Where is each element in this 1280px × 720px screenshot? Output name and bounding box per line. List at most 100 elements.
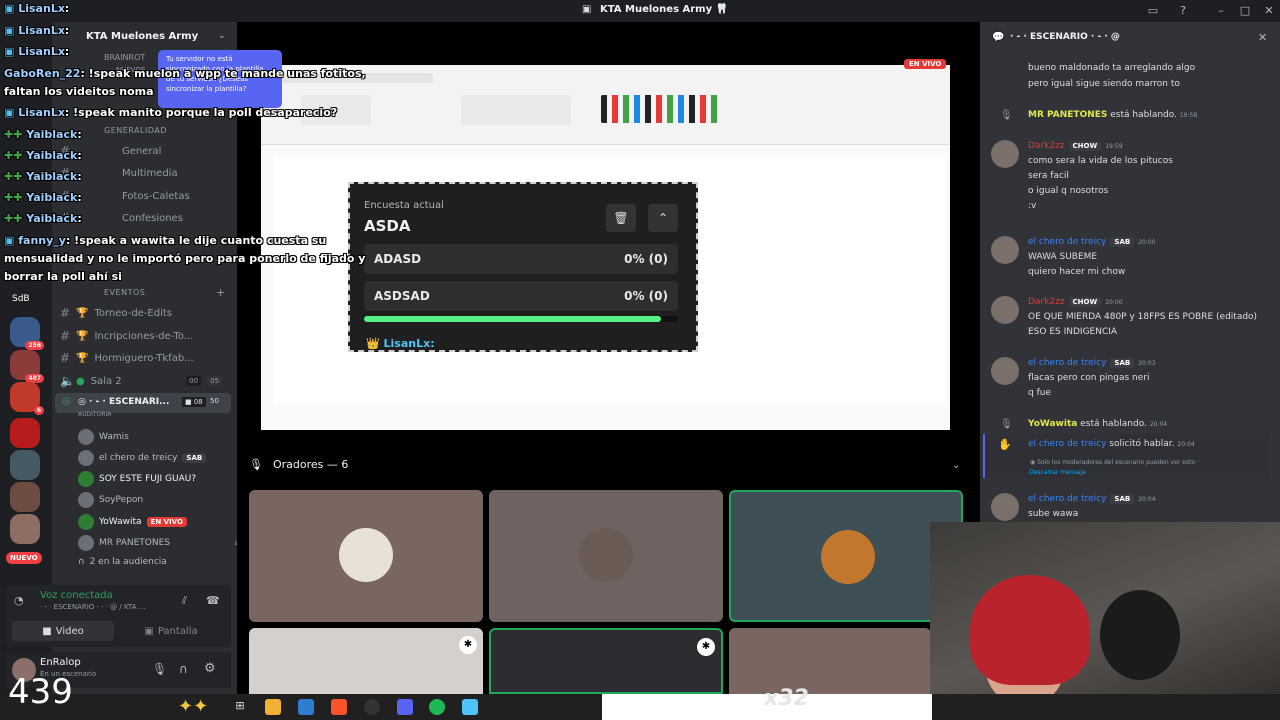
trophy-icon: 🏆: [76, 330, 89, 342]
avatar[interactable]: [991, 236, 1019, 264]
stage-member[interactable]: MR PANETONES⌀: [78, 535, 240, 551]
speaker-tile[interactable]: ✱: [249, 628, 483, 694]
overlay-badge-icon: ✚✚: [4, 191, 27, 204]
author-name[interactable]: Dark2zz: [1028, 297, 1065, 307]
server-icon[interactable]: 256: [10, 317, 44, 350]
speakers-header[interactable]: 🎙 Oradores — 6: [249, 458, 348, 471]
close-icon[interactable]: ✕: [1258, 31, 1267, 44]
speaker-tile[interactable]: ✱: [489, 628, 723, 694]
server-icon[interactable]: [10, 482, 40, 512]
chevron-down-icon[interactable]: ⌄: [952, 460, 960, 471]
stage-member[interactable]: Wamis: [78, 429, 129, 445]
channel-fotos[interactable]: # Fotos-Caletas: [60, 189, 230, 203]
app-icon[interactable]: [462, 699, 478, 715]
speaker-tile[interactable]: [249, 490, 483, 622]
category-general[interactable]: GENERALIDAD: [104, 126, 167, 135]
voice-channel-label[interactable]: · - · ESCENARIO · - · @ / KTA ...: [40, 603, 145, 611]
video-button[interactable]: ■ Video: [12, 621, 114, 641]
file-explorer-icon[interactable]: [265, 699, 281, 715]
overlay-line: ✚✚ Yaiblack:: [4, 170, 82, 183]
mic-icon[interactable]: 🎙: [152, 662, 167, 676]
title-bar: ▣ KTA Muelones Army 🦷 ▭ ? – □ ✕: [0, 0, 1280, 22]
server-icon[interactable]: [10, 418, 40, 448]
avatar[interactable]: [991, 357, 1019, 385]
server-icon[interactable]: [10, 450, 40, 480]
poll-title: ASDA: [364, 217, 411, 235]
server-badge: 256: [25, 341, 44, 350]
voice-status-panel: ◔ Voz conectada · - · ESCENARIO · - · @ …: [6, 585, 231, 647]
audience-count[interactable]: ∩ 2 en la audiencia: [78, 557, 167, 567]
channel-general[interactable]: # General: [60, 144, 230, 158]
channel-inscripciones[interactable]: # 🏆 Incripciones-de-To...: [60, 329, 230, 343]
speaker-tile[interactable]: [729, 490, 963, 622]
channel-hormiguero[interactable]: # 🏆 Hormiguero-Tkfab...: [60, 351, 230, 365]
avatar[interactable]: [991, 493, 1019, 521]
avatar[interactable]: [991, 140, 1019, 168]
server-icon[interactable]: [10, 514, 40, 544]
avatar: [78, 471, 94, 487]
gear-icon[interactable]: ⚙: [204, 661, 216, 676]
speaker-tile[interactable]: [489, 490, 723, 622]
server-icon[interactable]: 6: [10, 382, 44, 415]
trophy-icon: 🏆: [76, 307, 89, 319]
dismiss-link[interactable]: Descartar mensaje: [1029, 469, 1086, 476]
stage-member[interactable]: SOY ESTE FUJI GUAU?: [78, 471, 196, 487]
speaker-tile[interactable]: [729, 628, 931, 694]
channel-confesiones[interactable]: # Confesiones: [60, 211, 230, 225]
trash-icon[interactable]: 🗑: [606, 204, 636, 232]
discord-icon[interactable]: [397, 699, 413, 715]
channel-brainrot[interactable]: BRAINROT: [104, 53, 145, 62]
moderator-note: ◉ Solo los moderadores del escenario pue…: [1030, 459, 1199, 466]
channel-multimedia[interactable]: # Multimedia: [60, 166, 230, 180]
poll-option-value: 0% (0): [624, 252, 668, 266]
minimize-icon[interactable]: –: [1214, 4, 1228, 18]
maximize-icon[interactable]: □: [1238, 4, 1252, 18]
stage-sub: AUDITORIA: [78, 411, 112, 418]
author-name[interactable]: el chero de treicy: [1028, 237, 1106, 247]
close-window-icon[interactable]: ✕: [1262, 4, 1276, 18]
help-icon[interactable]: ?: [1176, 4, 1190, 18]
store-icon[interactable]: [298, 699, 314, 715]
spotify-icon[interactable]: [429, 699, 445, 715]
poll-option: ADASD 0% (0): [364, 244, 678, 274]
author-name[interactable]: el chero de treicy: [1028, 494, 1106, 504]
inbox-icon[interactable]: ▭: [1146, 4, 1160, 18]
category-eventos[interactable]: EVENTOS: [104, 288, 145, 297]
member-name: YoWawita: [99, 517, 142, 527]
stage-channel-name: ◎ · - · ESCENARI...: [78, 397, 170, 407]
stage-member[interactable]: SoyPepon: [78, 492, 143, 508]
sparkle-icon: ✦✦: [178, 696, 209, 717]
avatar[interactable]: [991, 296, 1019, 324]
hash-icon: #: [60, 329, 71, 343]
poll-progress-fill: [364, 316, 661, 322]
stage-member[interactable]: el chero de treicy SAB: [78, 450, 207, 466]
timestamp: 20:04: [1149, 421, 1168, 428]
task-view-icon[interactable]: ⊞: [232, 699, 248, 715]
obs-icon[interactable]: [364, 699, 380, 715]
headphones-icon: ∩: [78, 557, 85, 567]
stage-member[interactable]: YoWawita EN VIVO: [78, 514, 187, 530]
system-user[interactable]: el chero de treicy: [1028, 439, 1106, 449]
voice-channel-sala2[interactable]: 🔈 ● Sala 2 00 05: [60, 374, 230, 388]
author-name[interactable]: el chero de treicy: [1028, 358, 1106, 368]
video-label: Video: [55, 625, 84, 637]
server-name[interactable]: KTA Muelones Army: [86, 31, 198, 42]
noise-suppression-icon[interactable]: ⫽: [182, 594, 187, 608]
add-channel-icon[interactable]: +: [216, 286, 225, 299]
author-name[interactable]: Dark2zz: [1028, 141, 1065, 151]
overlay-line: ▣ LisanLx: !speak manito porque la poll …: [4, 106, 338, 119]
headphones-icon[interactable]: ∩: [179, 662, 188, 676]
brave-icon[interactable]: [331, 699, 347, 715]
chevron-down-icon[interactable]: ⌄: [218, 31, 226, 41]
timestamp: 19:59: [1105, 142, 1123, 150]
hair: [970, 575, 1090, 685]
screen-share-button[interactable]: ▣ Pantalla: [120, 621, 222, 641]
chevron-up-icon[interactable]: ⌃: [648, 204, 678, 232]
overlay-line: ✚✚ Yaiblack:: [4, 191, 82, 204]
disconnect-icon[interactable]: ☎: [206, 594, 220, 607]
channel-torneo[interactable]: # 🏆 Torneo-de-Edits: [60, 306, 230, 320]
stage-icon: ◎: [62, 396, 71, 407]
multiplier: x32: [764, 686, 809, 711]
server-icon[interactable]: 487: [10, 350, 44, 383]
author-tag: SAB: [1110, 358, 1135, 368]
